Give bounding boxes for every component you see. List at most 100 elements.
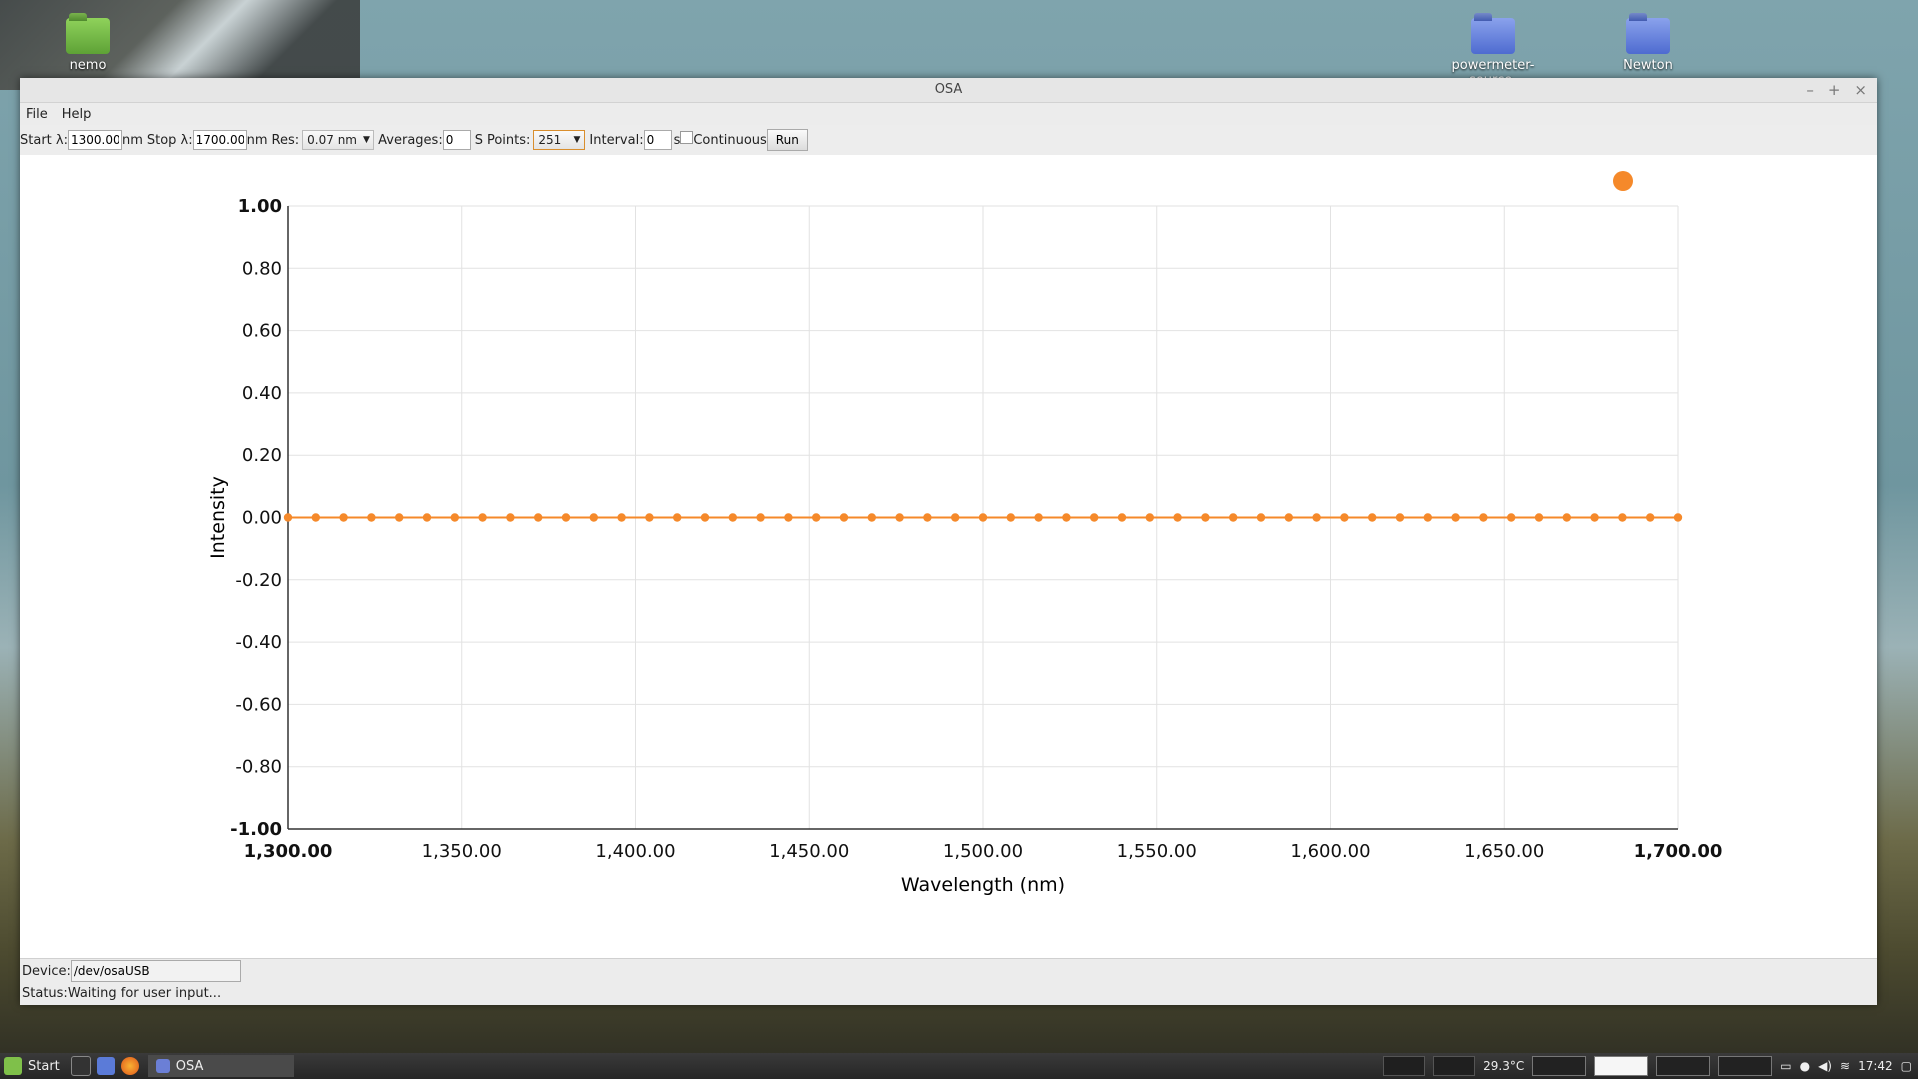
folder-icon bbox=[1626, 18, 1670, 54]
x-tick-label: 1,400.00 bbox=[595, 841, 675, 862]
y-tick-label: 0.00 bbox=[242, 508, 282, 529]
data-point bbox=[1618, 513, 1627, 522]
network-icon[interactable]: ≋ bbox=[1840, 1059, 1850, 1073]
volume-icon[interactable]: ◀) bbox=[1818, 1059, 1832, 1073]
resolution-label: Res: bbox=[271, 132, 300, 148]
data-point bbox=[395, 513, 404, 522]
data-point bbox=[367, 513, 376, 522]
desktop-icon-label: nemo bbox=[69, 58, 107, 73]
workspace-3[interactable] bbox=[1656, 1056, 1711, 1076]
dropdown-arrow-icon: ▼ bbox=[573, 135, 581, 145]
data-point bbox=[1034, 513, 1043, 522]
y-tick-label: -0.60 bbox=[235, 694, 282, 715]
resolution-value: 0.07 nm bbox=[307, 133, 357, 147]
data-point bbox=[756, 513, 765, 522]
start-wavelength-input[interactable] bbox=[67, 130, 122, 150]
data-point bbox=[673, 513, 682, 522]
points-value: 251 bbox=[538, 133, 562, 147]
start-menu-button[interactable]: Start bbox=[0, 1057, 68, 1075]
start-unit-label: nm bbox=[121, 132, 143, 148]
menu-file[interactable]: File bbox=[26, 107, 48, 122]
averages-input[interactable] bbox=[442, 130, 471, 150]
menu-help[interactable]: Help bbox=[62, 107, 92, 122]
y-tick-label: -0.40 bbox=[235, 632, 282, 653]
data-point bbox=[1145, 513, 1155, 522]
x-tick-label: 1,550.00 bbox=[1117, 841, 1197, 862]
run-button[interactable]: Run bbox=[766, 129, 808, 151]
points-unit-label: S bbox=[474, 132, 483, 148]
data-point bbox=[561, 513, 571, 522]
data-point bbox=[1562, 513, 1572, 522]
data-point bbox=[1368, 513, 1377, 522]
data-point bbox=[1479, 513, 1488, 522]
y-tick-label: 0.40 bbox=[242, 383, 282, 404]
data-point bbox=[1201, 513, 1210, 522]
window-title: OSA bbox=[934, 82, 963, 97]
workspace-1[interactable] bbox=[1532, 1056, 1587, 1076]
x-tick-label: 1,450.00 bbox=[769, 841, 849, 862]
data-point bbox=[422, 513, 432, 522]
data-point bbox=[645, 513, 654, 522]
data-point bbox=[1507, 513, 1516, 522]
statusbar: Device: Status:Waiting for user input... bbox=[20, 958, 1877, 1005]
taskbar: Start OSA 29.3°C ▭ ● ◀) ≋ 17:42 ▢ bbox=[0, 1053, 1918, 1079]
desktop-icon-nemo[interactable]: nemo bbox=[33, 18, 143, 73]
terminal-icon[interactable] bbox=[70, 1056, 91, 1076]
clock: 17:42 bbox=[1858, 1059, 1893, 1073]
maximize-icon[interactable]: + bbox=[1828, 78, 1841, 102]
y-tick-label: -0.80 bbox=[235, 757, 282, 778]
show-desktop-icon[interactable]: ▭ bbox=[1780, 1059, 1791, 1073]
toolbar: Start λ: nm Stop λ: nm Res: 0.07 nm ▼ Av… bbox=[20, 125, 1877, 156]
data-point bbox=[534, 513, 543, 522]
resolution-select[interactable]: 0.07 nm ▼ bbox=[302, 130, 375, 150]
data-point bbox=[1340, 513, 1349, 522]
workspace-4[interactable] bbox=[1718, 1056, 1773, 1076]
desktop-icon-label: Newton bbox=[1623, 58, 1673, 73]
data-point bbox=[311, 513, 320, 522]
mint-logo-icon bbox=[4, 1057, 22, 1075]
firefox-icon[interactable] bbox=[120, 1057, 139, 1075]
data-point bbox=[923, 513, 932, 522]
close-icon[interactable]: × bbox=[1854, 78, 1867, 102]
data-point bbox=[1256, 513, 1266, 522]
y-tick-label: 1.00 bbox=[238, 196, 282, 217]
data-point bbox=[1173, 513, 1182, 522]
data-point bbox=[1312, 513, 1321, 522]
window-titlebar[interactable]: OSA – + × bbox=[20, 78, 1877, 103]
data-point bbox=[784, 513, 793, 522]
data-point bbox=[283, 513, 293, 522]
continuous-checkbox[interactable] bbox=[680, 130, 694, 144]
device-input[interactable] bbox=[70, 960, 241, 982]
y-tick-label: -0.20 bbox=[235, 570, 282, 591]
user-icon[interactable]: ● bbox=[1800, 1059, 1810, 1073]
x-axis-label: Wavelength (nm) bbox=[901, 874, 1065, 896]
app-window-icon bbox=[155, 1059, 170, 1073]
files-icon[interactable] bbox=[96, 1057, 115, 1075]
osa-window: OSA – + × File Help Start λ: nm Stop λ: … bbox=[20, 78, 1877, 1005]
spectrum-chart: 1.00 0.80 0.60 0.40 0.20 0.00 -0.20 -0.40 -0.60 -… bbox=[207, 171, 1723, 896]
stop-unit-label: nm bbox=[246, 132, 268, 148]
data-point bbox=[1395, 513, 1405, 522]
data-point bbox=[478, 513, 487, 522]
x-tick-label: 1,700.00 bbox=[1634, 841, 1723, 862]
data-point bbox=[951, 513, 960, 522]
interval-input[interactable] bbox=[643, 130, 672, 150]
points-select[interactable]: 251 ▼ bbox=[533, 130, 586, 150]
notifications-icon[interactable]: ▢ bbox=[1901, 1059, 1912, 1073]
data-point bbox=[1229, 513, 1238, 522]
workspace-2[interactable] bbox=[1594, 1056, 1649, 1076]
taskbar-item-osa[interactable]: OSA bbox=[147, 1055, 294, 1077]
data-point bbox=[1062, 513, 1071, 522]
data-point bbox=[1673, 513, 1683, 522]
y-tick-label: 0.60 bbox=[242, 321, 282, 342]
desktop-icon-newton[interactable]: Newton bbox=[1593, 18, 1703, 73]
data-point bbox=[728, 513, 737, 522]
continuous-label: Continuous bbox=[693, 132, 767, 148]
averages-label: Averages: bbox=[378, 132, 443, 148]
x-tick-label: 1,600.00 bbox=[1290, 841, 1370, 862]
data-point bbox=[1646, 513, 1655, 522]
minimize-icon[interactable]: – bbox=[1806, 78, 1814, 102]
data-point bbox=[812, 513, 821, 522]
stop-wavelength-input[interactable] bbox=[192, 130, 247, 150]
data-point bbox=[895, 513, 904, 522]
